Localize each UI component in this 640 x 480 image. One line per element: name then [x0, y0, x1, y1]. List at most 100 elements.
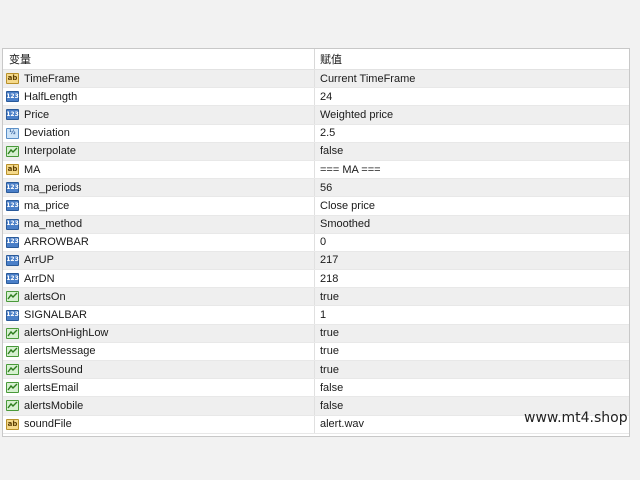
input-row[interactable]: alertsMessage true — [3, 342, 629, 361]
bool-icon — [6, 291, 19, 303]
bool-icon — [6, 364, 19, 376]
input-row[interactable]: ab MA === MA === — [3, 160, 629, 180]
value-cell[interactable]: true — [315, 361, 339, 378]
bool-icon — [6, 382, 19, 394]
input-row[interactable]: alertsSound true — [3, 361, 629, 380]
variable-cell: 123 ma_method — [3, 215, 315, 233]
variable-cell: 123 ArrUP — [3, 251, 315, 270]
variable-name: ArrUP — [24, 254, 54, 267]
value-cell[interactable]: false — [315, 379, 343, 396]
input-row[interactable]: 123 ma_periods 56 — [3, 179, 629, 198]
input-row[interactable]: ab TimeFrame Current TimeFrame — [3, 70, 629, 89]
value-cell[interactable]: 24 — [315, 88, 332, 105]
variable-name: ArrDN — [24, 272, 55, 285]
value-cell[interactable]: 1 — [315, 306, 326, 323]
input-row[interactable]: 123 HalfLength 24 — [3, 88, 629, 107]
double-icon: ½ — [6, 127, 19, 139]
variable-name: Deviation — [24, 127, 70, 140]
string-icon: ab — [6, 418, 19, 430]
variable-name: alertsMessage — [24, 345, 96, 358]
value-cell[interactable]: 2.5 — [315, 125, 335, 142]
bool-icon — [6, 345, 19, 357]
value-cell[interactable]: 217 — [315, 252, 338, 269]
variable-cell: alertsMessage — [3, 342, 315, 360]
input-row[interactable]: 123 SIGNALBAR 1 — [3, 306, 629, 325]
variable-name: alertsOn — [24, 290, 66, 303]
input-row[interactable]: 123 ArrUP 217 — [3, 251, 629, 271]
value-cell[interactable]: 218 — [315, 270, 338, 287]
variable-name: SIGNALBAR — [24, 309, 87, 322]
watermark-text: www.mt4.shop — [524, 410, 628, 426]
variable-name: alertsSound — [24, 363, 83, 376]
column-header-value[interactable]: 赋值 — [315, 49, 342, 69]
variable-name: Price — [24, 108, 50, 121]
value-cell[interactable]: 0 — [315, 234, 326, 251]
variable-cell: 123 HalfLength — [3, 88, 315, 106]
variable-name: ARROWBAR — [24, 236, 89, 249]
string-icon: ab — [6, 164, 19, 176]
integer-icon: 123 — [6, 309, 19, 321]
variable-cell: ab TimeFrame — [3, 70, 315, 88]
input-row[interactable]: 123 Price Weighted price — [3, 106, 629, 125]
input-row[interactable]: Interpolate false — [3, 142, 629, 161]
variable-cell: 123 Price — [3, 106, 315, 124]
integer-icon: 123 — [6, 200, 19, 212]
variable-name: alertsEmail — [24, 381, 79, 394]
variable-cell: alertsOn — [3, 288, 315, 306]
variable-cell: alertsOnHighLow — [3, 324, 315, 342]
value-cell[interactable]: false — [315, 143, 343, 160]
input-row[interactable]: 123 ARROWBAR 0 — [3, 233, 629, 252]
variable-cell: 123 SIGNALBAR — [3, 306, 315, 324]
grid-body: ab TimeFrame Current TimeFrame 123 HalfLengt… — [3, 70, 629, 434]
input-row[interactable]: alertsOn true — [3, 288, 629, 307]
variable-cell: alertsSound — [3, 361, 315, 379]
integer-icon: 123 — [6, 109, 19, 121]
input-row[interactable]: 123 ma_method Smoothed — [3, 215, 629, 234]
variable-name: ma_method — [24, 218, 83, 231]
variable-cell: 123 ARROWBAR — [3, 233, 315, 251]
variable-cell: alertsMobile — [3, 397, 315, 415]
variable-cell: ab MA — [3, 160, 315, 179]
variable-name: alertsMobile — [24, 399, 84, 412]
integer-icon: 123 — [6, 218, 19, 230]
inputs-grid: 变量 赋值 ab TimeFrame Current TimeFrame 123 Hal… — [2, 48, 630, 437]
integer-icon: 123 — [6, 182, 19, 194]
input-row[interactable]: alertsOnHighLow true — [3, 324, 629, 343]
input-row[interactable]: 123 ma_price Close price — [3, 197, 629, 216]
variable-cell: 123 ArrDN — [3, 270, 315, 288]
variable-cell: Interpolate — [3, 142, 315, 160]
variable-name: alertsOnHighLow — [24, 327, 109, 340]
integer-icon: 123 — [6, 91, 19, 103]
value-cell[interactable]: Current TimeFrame — [315, 70, 415, 87]
bool-icon — [6, 400, 19, 412]
input-row[interactable]: ½ Deviation 2.5 — [3, 124, 629, 143]
integer-icon: 123 — [6, 254, 19, 266]
variable-cell: alertsEmail — [3, 379, 315, 397]
variable-name: ma_price — [24, 199, 70, 212]
integer-icon: 123 — [6, 273, 19, 285]
input-row[interactable]: alertsEmail false — [3, 379, 629, 398]
input-row[interactable]: 123 ArrDN 218 — [3, 270, 629, 289]
value-cell[interactable]: Weighted price — [315, 106, 393, 123]
variable-cell: 123 ma_periods — [3, 179, 315, 197]
value-cell[interactable]: Close price — [315, 197, 375, 214]
string-icon: ab — [6, 73, 19, 85]
value-cell[interactable]: true — [315, 343, 339, 360]
grid-header: 变量 赋值 — [3, 49, 629, 70]
variable-name: HalfLength — [24, 90, 78, 103]
value-cell[interactable]: === MA === — [315, 161, 381, 178]
value-cell[interactable]: Smoothed — [315, 216, 370, 233]
column-header-variable[interactable]: 变量 — [3, 49, 315, 69]
variable-name: TimeFrame — [24, 72, 80, 85]
variable-cell: ½ Deviation — [3, 124, 315, 142]
value-cell[interactable]: alert.wav — [315, 416, 364, 433]
variable-name: ma_periods — [24, 181, 82, 194]
value-cell[interactable]: 56 — [315, 179, 332, 196]
value-cell[interactable]: true — [315, 288, 339, 305]
value-cell[interactable]: true — [315, 325, 339, 342]
variable-name: Interpolate — [24, 145, 76, 158]
bool-icon — [6, 327, 19, 339]
value-cell[interactable]: false — [315, 397, 343, 414]
variable-cell: ab soundFile — [3, 415, 315, 433]
bool-icon — [6, 145, 19, 157]
